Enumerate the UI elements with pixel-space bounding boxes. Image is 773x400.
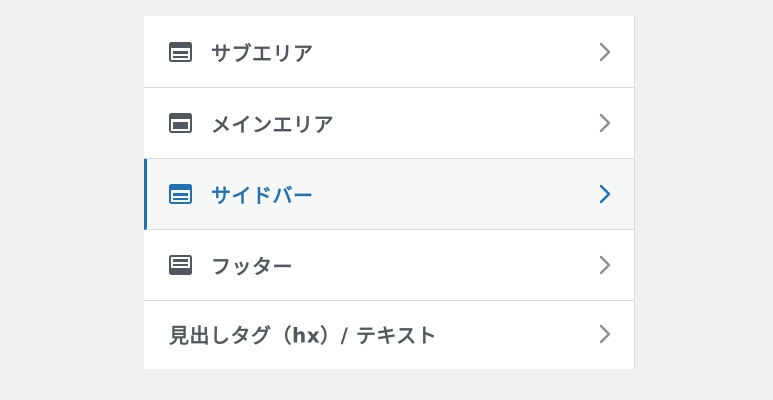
menu-item-heading-text[interactable]: 見出しタグ（hx）/ テキスト	[144, 301, 634, 367]
chevron-right-icon	[599, 184, 611, 204]
layout-footer-icon	[169, 255, 192, 275]
menu-item-sidebar[interactable]: サイドバー	[144, 159, 634, 230]
layout-sidebar-icon	[169, 184, 192, 204]
menu-item-label: フッター	[211, 254, 293, 279]
menu-item-label: サイドバー	[211, 183, 314, 208]
chevron-right-icon	[599, 42, 611, 61]
layout-main-area-icon	[169, 113, 192, 133]
chevron-right-icon	[599, 255, 611, 275]
menu-item-footer[interactable]: フッター	[144, 230, 634, 301]
customizer-section-panel: サブエリア メインエリア サイドバー フッター 見出しタグ（hx）/ テキスト	[144, 16, 635, 369]
layout-sub-area-icon	[169, 41, 192, 62]
menu-item-sub-area[interactable]: サブエリア	[144, 16, 634, 88]
menu-item-main-area[interactable]: メインエリア	[144, 88, 634, 159]
menu-item-label: 見出しタグ（hx）/ テキスト	[169, 323, 438, 348]
chevron-right-icon	[599, 324, 611, 344]
chevron-right-icon	[599, 113, 611, 133]
menu-item-label: サブエリア	[211, 41, 314, 65]
menu-item-label: メインエリア	[211, 112, 334, 137]
